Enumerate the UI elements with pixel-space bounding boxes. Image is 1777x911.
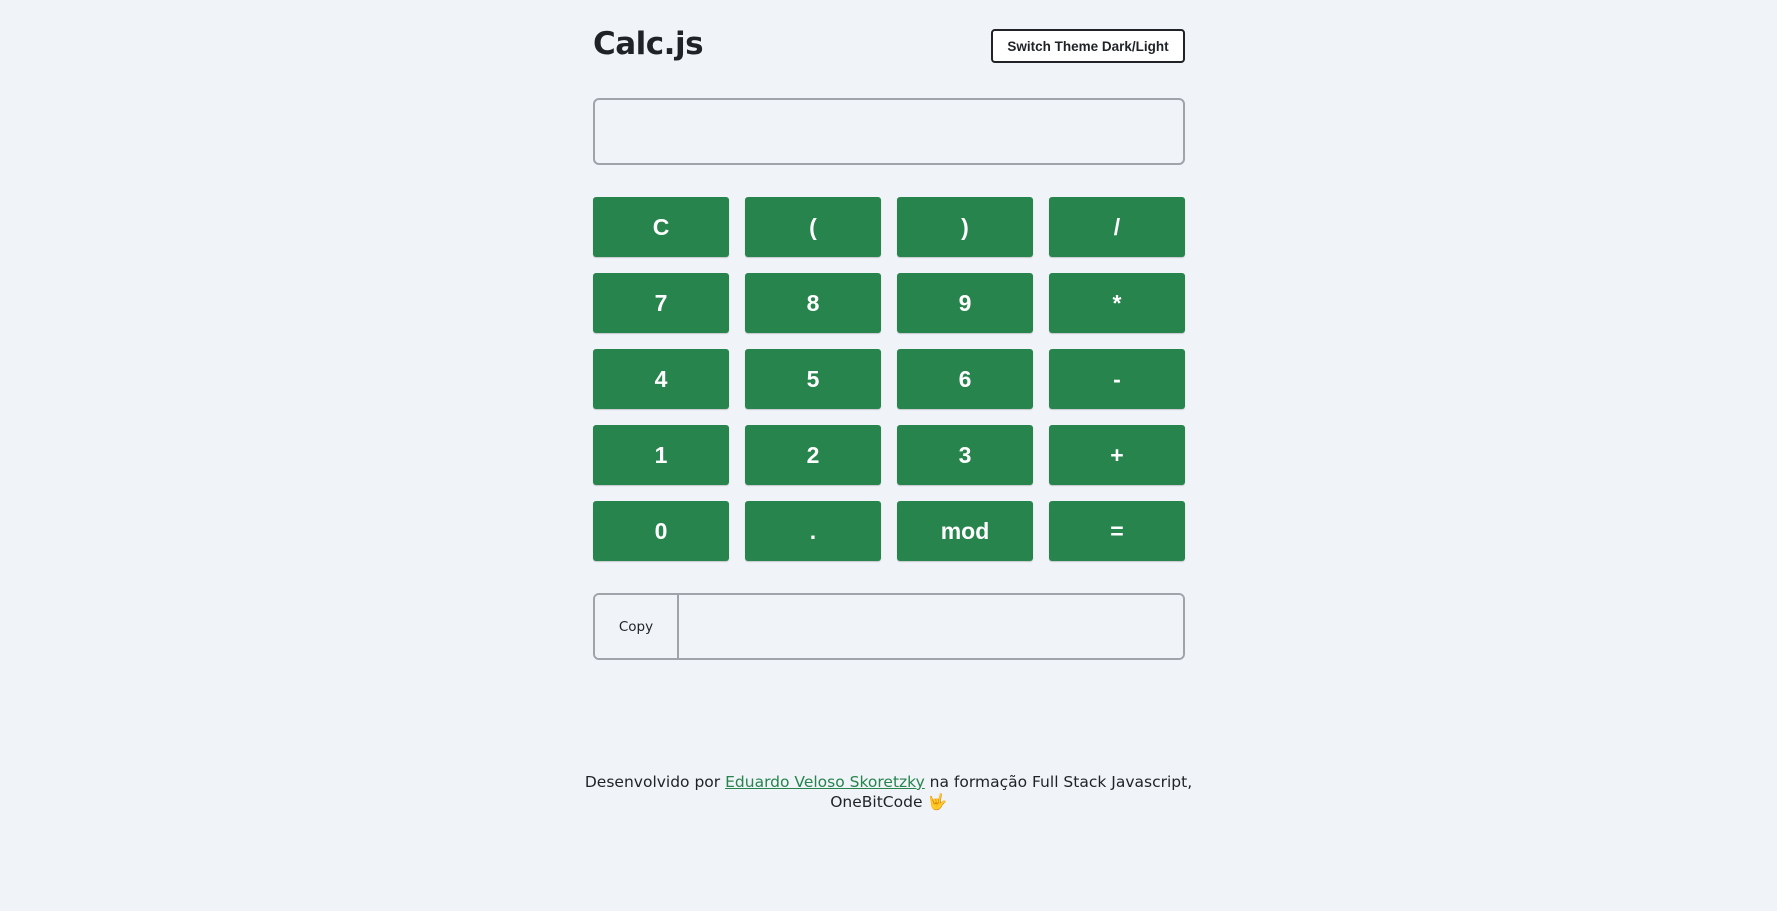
footer-line-2: OneBitCode 🤟: [0, 792, 1777, 812]
key-7[interactable]: 7: [593, 273, 729, 333]
author-link[interactable]: Eduardo Veloso Skoretzky: [725, 773, 925, 791]
key-equals[interactable]: =: [1049, 501, 1185, 561]
footer: Desenvolvido por Eduardo Veloso Skoretzk…: [0, 772, 1777, 812]
key-5[interactable]: 5: [745, 349, 881, 409]
page-title: Calc.js: [593, 26, 704, 62]
copy-button[interactable]: Copy: [595, 595, 679, 658]
keypad: C ( ) / 7 8 9 * 4 5 6 - 1 2 3 + 0 . mod …: [593, 197, 1185, 561]
result-output[interactable]: [679, 595, 1183, 658]
key-6[interactable]: 6: [897, 349, 1033, 409]
expression-input[interactable]: [593, 98, 1185, 165]
key-decimal[interactable]: .: [745, 501, 881, 561]
key-4[interactable]: 4: [593, 349, 729, 409]
header: Calc.js Switch Theme Dark/Light: [593, 0, 1185, 96]
key-1[interactable]: 1: [593, 425, 729, 485]
key-9[interactable]: 9: [897, 273, 1033, 333]
key-subtract[interactable]: -: [1049, 349, 1185, 409]
switch-theme-button[interactable]: Switch Theme Dark/Light: [991, 29, 1185, 63]
key-3[interactable]: 3: [897, 425, 1033, 485]
key-0[interactable]: 0: [593, 501, 729, 561]
key-close-paren[interactable]: ): [897, 197, 1033, 257]
result-copy-row: Copy: [593, 593, 1185, 660]
key-open-paren[interactable]: (: [745, 197, 881, 257]
footer-brand: OneBitCode: [830, 793, 923, 811]
key-divide[interactable]: /: [1049, 197, 1185, 257]
key-8[interactable]: 8: [745, 273, 881, 333]
footer-suffix: na formação Full Stack Javascript,: [924, 773, 1193, 791]
key-2[interactable]: 2: [745, 425, 881, 485]
calculator-container: Calc.js Switch Theme Dark/Light C ( ) / …: [593, 0, 1185, 660]
rock-hand-icon: 🤟: [927, 793, 947, 811]
key-multiply[interactable]: *: [1049, 273, 1185, 333]
footer-prefix: Desenvolvido por: [584, 773, 726, 791]
footer-line-1: Desenvolvido por Eduardo Veloso Skoretzk…: [0, 772, 1777, 792]
key-mod[interactable]: mod: [897, 501, 1033, 561]
key-add[interactable]: +: [1049, 425, 1185, 485]
key-clear[interactable]: C: [593, 197, 729, 257]
